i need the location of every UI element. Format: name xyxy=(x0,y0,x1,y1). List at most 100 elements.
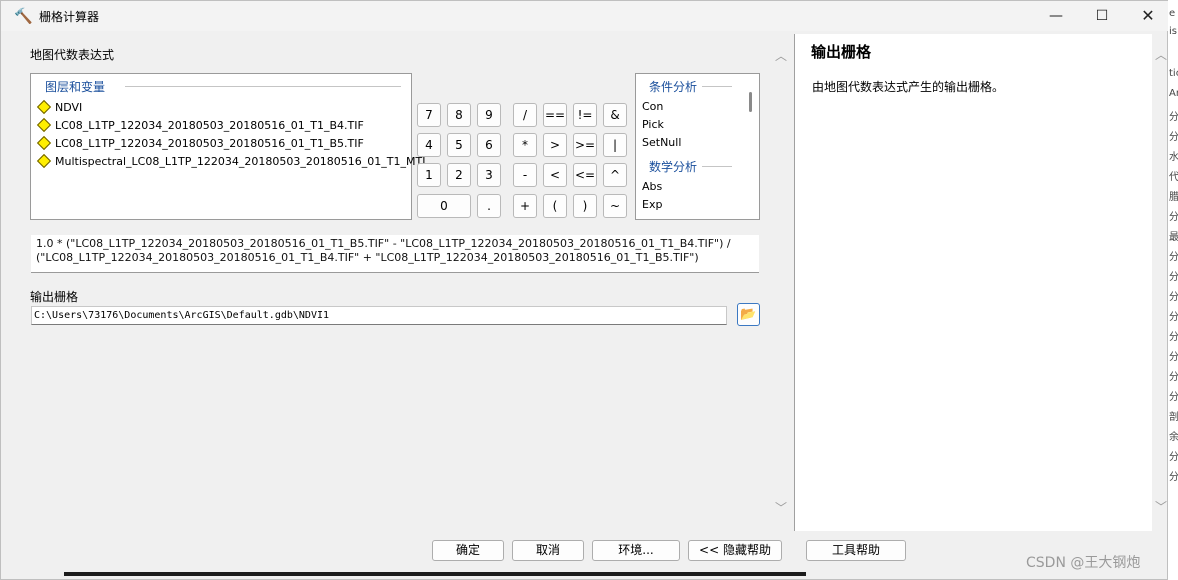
strip-text: tic xyxy=(1169,68,1178,79)
calc-button-multiply[interactable]: * xyxy=(513,133,537,157)
layer-name: NDVI xyxy=(55,100,83,114)
function-item[interactable]: Pick xyxy=(642,118,664,131)
calc-button-0[interactable]: 0 xyxy=(417,194,471,218)
raster-layer-icon xyxy=(36,153,52,169)
strip-text: Ar xyxy=(1169,88,1178,99)
calc-button-greater-equal[interactable]: >= xyxy=(573,133,597,157)
tool-help-button[interactable]: 工具帮助 xyxy=(806,540,906,561)
calc-button-4[interactable]: 4 xyxy=(417,133,441,157)
calc-button-7[interactable]: 7 xyxy=(417,103,441,127)
calc-button-minus[interactable]: - xyxy=(513,163,537,187)
background-window-edge xyxy=(64,572,806,576)
calc-button-open-paren[interactable]: ( xyxy=(543,194,567,218)
expression-line: 1.0 * ("LC08_L1TP_122034_20180503_201805… xyxy=(36,237,731,250)
strip-text: 分 xyxy=(1169,372,1178,383)
help-description: 由地图代数表达式产生的输出栅格。 xyxy=(812,80,1005,94)
calc-button-5[interactable]: 5 xyxy=(447,133,471,157)
background-window-strip: e is tic Ar 分 分 水 代 腊 分 最 分 分 分 分 分 分 分 … xyxy=(1168,0,1178,580)
raster-layer-icon xyxy=(36,135,52,151)
strip-text: 最 xyxy=(1169,232,1178,243)
strip-text: 分 xyxy=(1169,332,1178,343)
strip-text: 分 xyxy=(1169,112,1178,123)
title-bar[interactable]: 🔨 栅格计算器 — ☐ ✕ xyxy=(1,1,1169,31)
calc-button-3[interactable]: 3 xyxy=(477,163,501,187)
calc-button-xor[interactable]: ^ xyxy=(603,163,627,187)
calc-button-or[interactable]: | xyxy=(603,133,627,157)
calc-button-1[interactable]: 1 xyxy=(417,163,441,187)
calc-button-greater[interactable]: > xyxy=(543,133,567,157)
conditional-divider xyxy=(702,86,732,87)
close-button[interactable]: ✕ xyxy=(1125,1,1171,31)
environments-button[interactable]: 环境... xyxy=(592,540,680,561)
calc-button-8[interactable]: 8 xyxy=(447,103,471,127)
layers-list[interactable]: 图层和变量 NDVI LC08_L1TP_122034_20180503_201… xyxy=(30,73,428,220)
layer-item[interactable]: LC08_L1TP_122034_20180503_20180516_01_T1… xyxy=(36,116,364,134)
layer-item[interactable]: NDVI xyxy=(36,98,83,116)
function-item[interactable]: Con xyxy=(642,100,663,113)
calc-button-not[interactable]: ~ xyxy=(603,194,627,218)
layers-title: 图层和变量 xyxy=(45,80,106,94)
function-item[interactable]: Abs xyxy=(642,180,662,193)
scroll-up-icon[interactable]: ︿ xyxy=(775,47,787,64)
strip-text: 分 xyxy=(1169,472,1178,483)
function-item[interactable]: Exp xyxy=(642,198,662,211)
calc-button-close-paren[interactable]: ) xyxy=(573,194,597,218)
raster-calculator-dialog: 🔨 栅格计算器 — ☐ ✕ 地图代数表达式 图层和变量 NDVI LC08_L1… xyxy=(0,0,1169,580)
output-raster-label: 输出栅格 xyxy=(30,290,79,304)
maximize-button[interactable]: ☐ xyxy=(1079,1,1125,31)
calc-button-6[interactable]: 6 xyxy=(477,133,501,157)
strip-text: 分 xyxy=(1169,352,1178,363)
calc-button-decimal[interactable]: . xyxy=(477,194,501,218)
output-raster-input[interactable]: C:\Users\73176\Documents\ArcGIS\Default.… xyxy=(31,306,727,325)
functions-scrollbar[interactable] xyxy=(749,92,752,112)
calc-button-divide[interactable]: / xyxy=(513,103,537,127)
expression-line: ("LC08_L1TP_122034_20180503_20180516_01_… xyxy=(36,251,699,264)
calc-button-2[interactable]: 2 xyxy=(447,163,471,187)
function-item[interactable]: SetNull xyxy=(642,136,681,149)
strip-text: is xyxy=(1169,26,1177,37)
functions-list[interactable]: 条件分析 Con Pick SetNull 数学分析 Abs Exp xyxy=(635,73,760,220)
calc-button-9[interactable]: 9 xyxy=(477,103,501,127)
ok-button[interactable]: 确定 xyxy=(432,540,504,561)
strip-text: 分 xyxy=(1169,252,1178,263)
layer-name: LC08_L1TP_122034_20180503_20180516_01_T1… xyxy=(55,136,364,150)
strip-text: 分 xyxy=(1169,272,1178,283)
layer-name: LC08_L1TP_122034_20180503_20180516_01_T1… xyxy=(55,118,364,132)
raster-layer-icon xyxy=(36,99,52,115)
strip-text: 分 xyxy=(1169,392,1178,403)
math-divider xyxy=(702,166,732,167)
calc-button-equal[interactable]: == xyxy=(543,103,567,127)
calc-button-less[interactable]: < xyxy=(543,163,567,187)
layer-item[interactable]: Multispectral_LC08_L1TP_122034_20180503_… xyxy=(36,152,429,170)
calc-button-less-equal[interactable]: <= xyxy=(573,163,597,187)
cancel-button[interactable]: 取消 xyxy=(512,540,584,561)
strip-text: 分 xyxy=(1169,312,1178,323)
hide-help-button[interactable]: << 隐藏帮助 xyxy=(688,540,782,561)
browse-button[interactable]: 📂 xyxy=(737,303,760,326)
hammer-icon: 🔨 xyxy=(14,7,33,25)
minimize-button[interactable]: — xyxy=(1033,1,1079,31)
help-scroll-down-icon[interactable]: ﹀ xyxy=(1155,498,1167,515)
math-group-title: 数学分析 xyxy=(649,160,698,174)
parameters-panel: 地图代数表达式 图层和变量 NDVI LC08_L1TP_122034_2018… xyxy=(11,35,787,529)
layer-item[interactable]: LC08_L1TP_122034_20180503_20180516_01_T1… xyxy=(36,134,364,152)
window-title: 栅格计算器 xyxy=(39,10,100,24)
calc-button-plus[interactable]: + xyxy=(513,194,537,218)
raster-layer-icon xyxy=(36,117,52,133)
calc-button-and[interactable]: & xyxy=(603,103,627,127)
expression-box[interactable]: 1.0 * ("LC08_L1TP_122034_20180503_201805… xyxy=(31,235,759,273)
layers-title-divider xyxy=(125,86,401,87)
scroll-down-icon[interactable]: ﹀ xyxy=(775,499,787,516)
watermark: CSDN @王大钢炮 xyxy=(1026,555,1141,571)
layer-name: Multispectral_LC08_L1TP_122034_20180503_… xyxy=(55,154,429,168)
conditional-group-title: 条件分析 xyxy=(649,80,698,94)
help-scroll-up-icon[interactable]: ︿ xyxy=(1155,46,1167,63)
strip-text: e xyxy=(1169,8,1176,19)
folder-icon: 📂 xyxy=(740,307,757,322)
strip-text: 腊 xyxy=(1169,192,1178,203)
strip-text: 分 xyxy=(1169,452,1178,463)
strip-text: 分 xyxy=(1169,132,1178,143)
strip-text: 水 xyxy=(1169,152,1178,163)
strip-text: 剖 xyxy=(1169,412,1178,423)
calc-button-not-equal[interactable]: != xyxy=(573,103,597,127)
